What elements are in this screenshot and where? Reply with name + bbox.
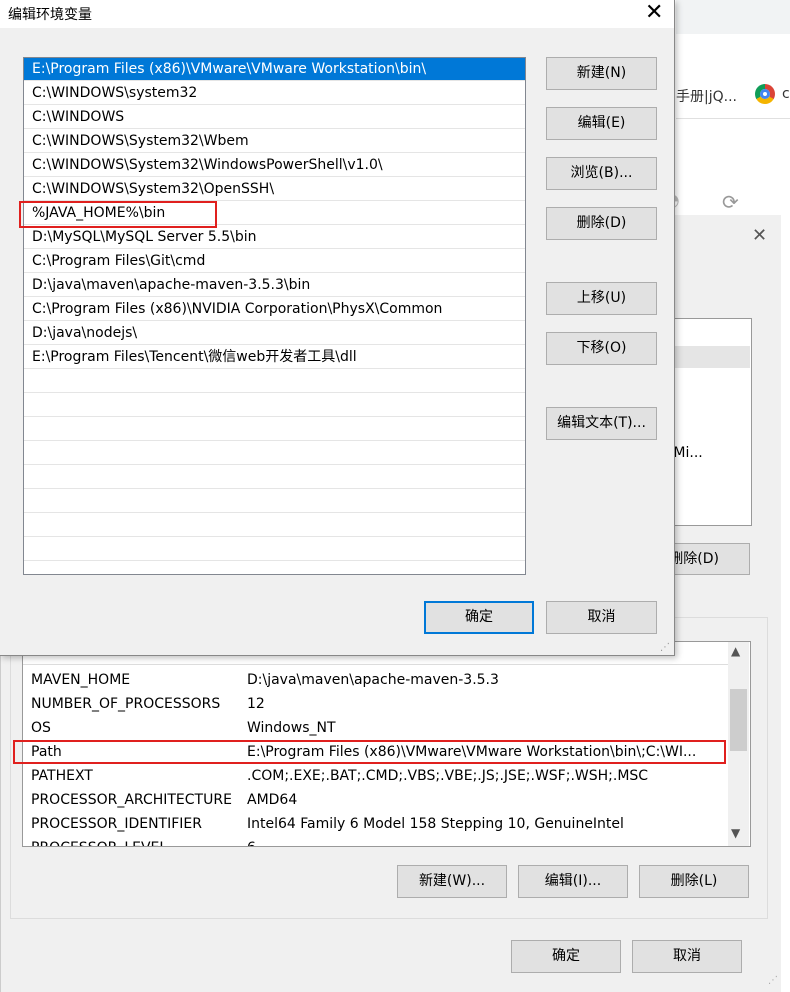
env-cancel-button[interactable]: 取消 [632,940,742,973]
list-item[interactable]: E:\Program Files\Tencent\微信web开发者工具\dll [24,346,525,369]
table-row[interactable]: OS Windows_NT [23,716,728,740]
user-variable-row[interactable] [663,346,750,368]
list-item[interactable]: C:\WINDOWS\system32 [24,82,525,105]
bookmark-item-truncated[interactable]: c [782,86,790,102]
scrollbar-thumb[interactable] [730,689,747,751]
list-item-empty[interactable] [24,370,525,393]
variable-name: PATHEXT [31,768,93,784]
variable-value: D:\java\maven\apache-maven-3.5.3 [247,672,499,688]
edit-text-button[interactable]: 编辑文本(T)... [546,407,657,440]
delete-button[interactable]: 删除(D) [546,207,657,240]
list-item-empty[interactable] [24,466,525,489]
move-up-button[interactable]: 上移(U) [546,282,657,315]
path-entry: C:\WINDOWS\system32 [32,85,198,101]
variable-name: NUMBER_OF_PROCESSORS [31,696,221,712]
path-entry: D:\MySQL\MySQL Server 5.5\bin [32,229,257,245]
variable-value: AMD64 [247,792,298,808]
list-item-empty[interactable] [24,514,525,537]
table-row[interactable]: PROCESSOR_IDENTIFIER Intel64 Family 6 Mo… [23,812,728,836]
variable-value: 6 [247,836,727,846]
variable-value: .COM;.EXE;.BAT;.CMD;.VBS;.VBE;.JS;.JSE;.… [247,768,649,784]
table-row[interactable]: NUMBER_OF_PROCESSORS 12 [23,692,728,716]
path-entry: E:\Program Files (x86)\VMware\VMware Wor… [32,61,427,77]
browse-button[interactable]: 浏览(B)... [546,157,657,190]
system-edit-button[interactable]: 编辑(I)... [518,865,628,898]
list-item[interactable]: C:\Program Files\Git\cmd [24,250,525,273]
list-item[interactable]: C:\WINDOWS\System32\Wbem [24,130,525,153]
bookmarks-divider [676,118,790,119]
dialog-titlebar [0,0,674,28]
scroll-down-icon[interactable]: ▼ [731,826,740,840]
variable-name: OS [31,720,51,736]
variable-value: 12 [247,696,265,712]
path-entry: C:\WINDOWS\System32\WindowsPowerShell\v1… [32,157,383,173]
new-button[interactable]: 新建(N) [546,57,657,90]
bookmark-item[interactable]: 手册|jQ... [676,86,737,106]
list-item-empty[interactable] [24,442,525,465]
edit-button[interactable]: 编辑(E) [546,107,657,140]
table-row[interactable]: PROCESSOR_ARCHITECTURE AMD64 [23,788,728,812]
list-item-empty[interactable] [24,490,525,513]
browser-toolbar [676,34,790,82]
list-item[interactable]: C:\WINDOWS\System32\WindowsPowerShell\v1… [24,154,525,177]
system-new-button[interactable]: 新建(W)... [397,865,507,898]
list-item[interactable]: C:\WINDOWS\System32\OpenSSH\ [24,178,525,201]
path-entry: C:\WINDOWS [32,109,125,125]
table-row[interactable]: MAVEN_HOME D:\java\maven\apache-maven-3.… [23,668,728,692]
variable-name: PROCESSOR_ARCHITECTURE [31,792,232,808]
variable-name: PROCESSOR_LEVEL [31,836,167,846]
close-icon[interactable]: ✕ [752,225,767,246]
list-item[interactable]: C:\Program Files (x86)\NVIDIA Corporatio… [24,298,525,321]
list-item[interactable]: D:\java\maven\apache-maven-3.5.3\bin [24,274,525,297]
path-entries-list[interactable]: E:\Program Files (x86)\VMware\VMware Wor… [23,57,526,575]
path-entry: D:\java\maven\apache-maven-3.5.3\bin [32,277,311,293]
refresh-icon[interactable]: ⟳ [722,190,739,214]
ok-button[interactable]: 确定 [424,601,534,634]
list-item-empty[interactable] [24,538,525,561]
path-entry: C:\WINDOWS\System32\Wbem [32,133,249,149]
resize-grip-icon[interactable]: ⋰ [660,642,670,653]
chrome-icon[interactable] [755,84,775,104]
list-item[interactable]: D:\MySQL\MySQL Server 5.5\bin [24,226,525,249]
resize-grip-icon[interactable]: ⋰ [768,975,778,986]
env-ok-button[interactable]: 确定 [511,940,621,973]
user-delete-button[interactable]: 删除(D) [662,543,750,575]
path-row-highlight-annotation [13,740,726,764]
cancel-button[interactable]: 取消 [546,601,657,634]
table-row[interactable]: PATHEXT .COM;.EXE;.BAT;.CMD;.VBS;.VBE;.J… [23,764,728,788]
variable-name: MAVEN_HOME [31,672,131,688]
browser-tab-bar [676,0,790,34]
path-entry: C:\WINDOWS\System32\OpenSSH\ [32,181,275,197]
table-row[interactable]: PROCESSOR_LEVEL 6 [23,836,728,846]
list-item-empty[interactable] [24,394,525,417]
path-entry: E:\Program Files\Tencent\微信web开发者工具\dll [32,349,357,365]
path-entry: C:\Program Files\Git\cmd [32,253,206,269]
dialog-title: 编辑环境变量 [8,7,92,23]
variable-name: PROCESSOR_IDENTIFIER [31,816,202,832]
list-item[interactable]: D:\java\nodejs\ [24,322,525,345]
list-item-selected[interactable]: E:\Program Files (x86)\VMware\VMware Wor… [24,58,525,81]
variable-value: Intel64 Family 6 Model 158 Stepping 10, … [247,816,624,832]
variable-value: Windows_NT [247,720,336,736]
list-item-empty[interactable] [24,418,525,441]
scroll-up-icon[interactable]: ▲ [731,644,740,658]
path-entry: C:\Program Files (x86)\NVIDIA Corporatio… [32,301,443,317]
system-delete-button[interactable]: 删除(L) [639,865,749,898]
close-icon[interactable]: ✕ [645,0,663,25]
java-home-highlight-annotation [19,201,217,228]
move-down-button[interactable]: 下移(O) [546,332,657,365]
list-item[interactable]: C:\WINDOWS [24,106,525,129]
path-entry: D:\java\nodejs\ [32,325,138,341]
